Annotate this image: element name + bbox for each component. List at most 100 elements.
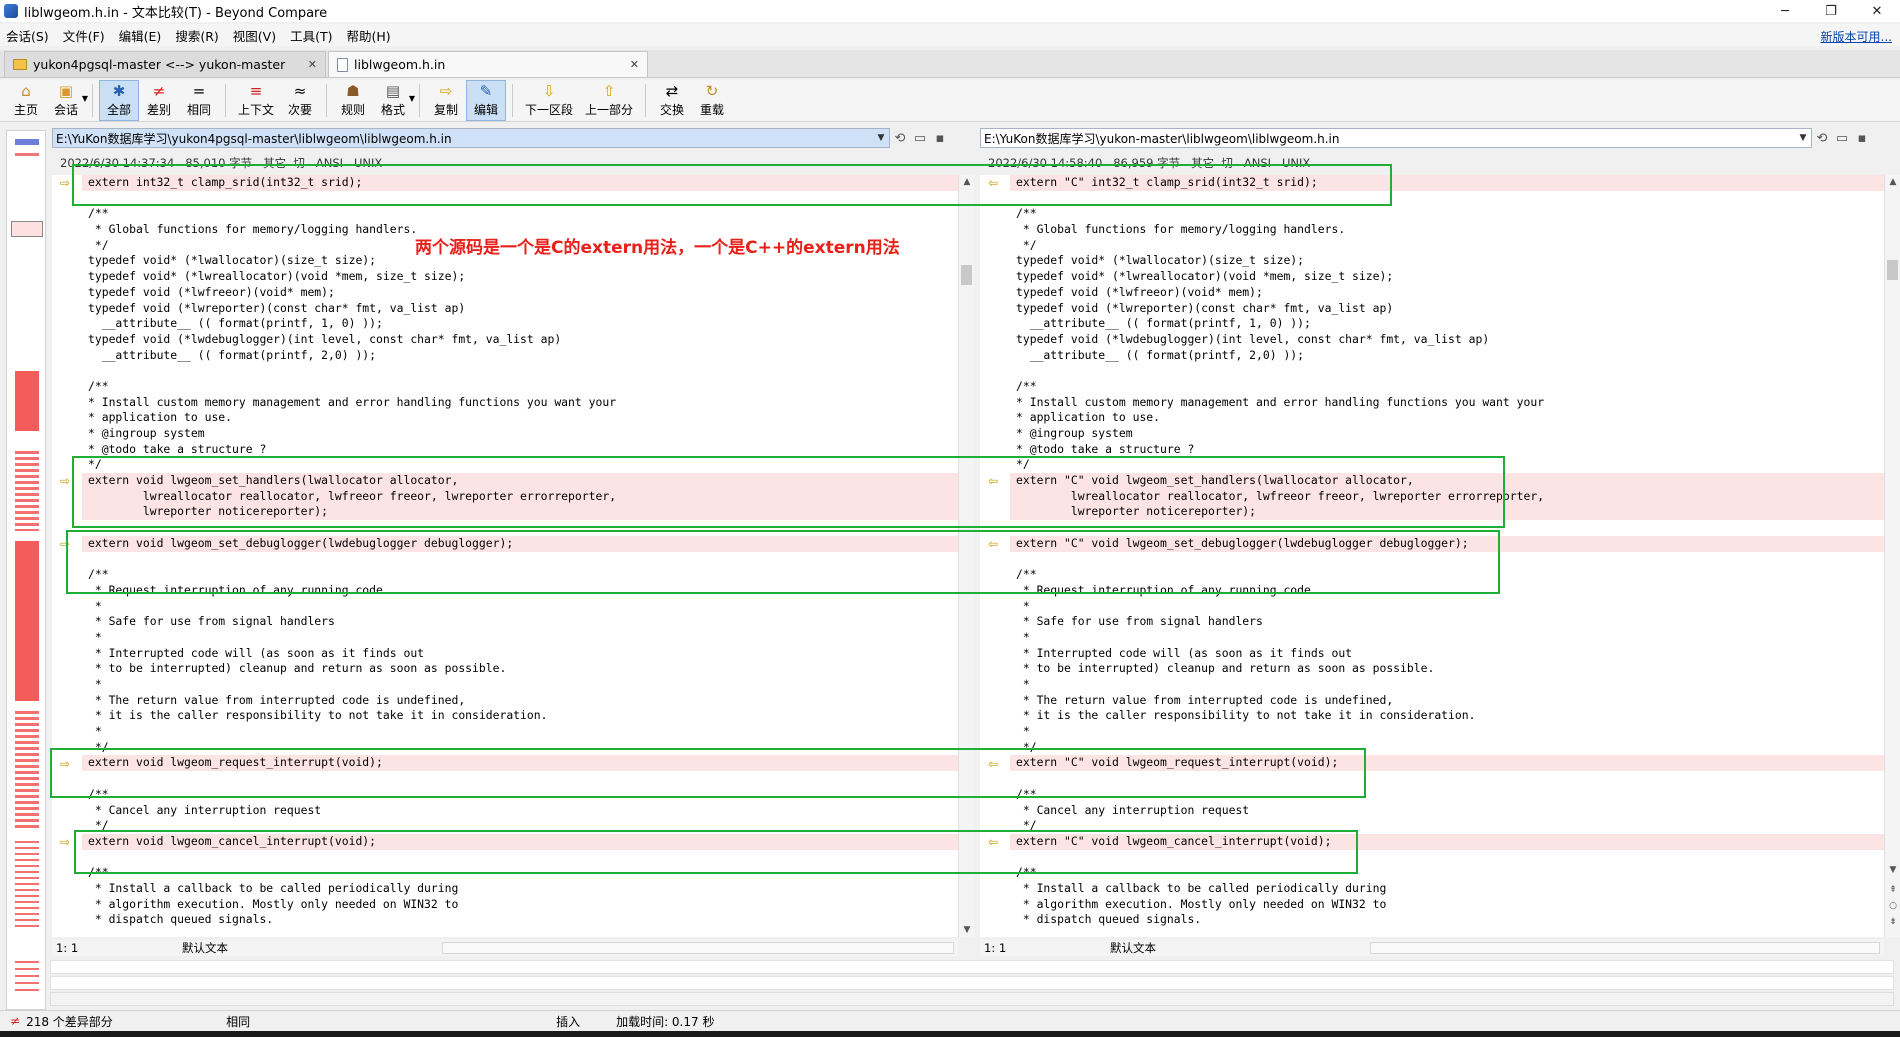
rules-button[interactable]: ☗ 规则 bbox=[333, 80, 373, 121]
code-line[interactable]: extern void lwgeom_set_handlers(lwalloca… bbox=[82, 473, 958, 489]
code-line[interactable]: * Safe for use from signal handlers bbox=[1010, 614, 1884, 630]
home-button[interactable]: ⌂ 主页 bbox=[6, 80, 46, 121]
open-folder-icon[interactable]: ▭ bbox=[910, 131, 930, 146]
code-line[interactable]: __attribute__ (( format(printf, 2,0) )); bbox=[82, 348, 958, 364]
show-same-button[interactable]: = 相同 bbox=[179, 80, 219, 121]
left-vertical-scrollbar[interactable]: ▲ ▼ bbox=[958, 175, 974, 937]
copy-arrow-icon[interactable]: ⇨ bbox=[60, 177, 76, 189]
code-line[interactable]: * bbox=[1010, 630, 1884, 646]
code-line[interactable]: * Cancel any interruption request bbox=[1010, 803, 1884, 819]
line-compare-bottom[interactable]: ⇨/**************************************… bbox=[50, 976, 1894, 990]
context-button[interactable]: ≡ 上下文 bbox=[232, 80, 280, 121]
menu-edit[interactable]: 编辑(E) bbox=[119, 26, 162, 45]
code-line[interactable]: lwreallocator reallocator, lwfreeor free… bbox=[82, 488, 958, 505]
code-line[interactable]: extern int32_t clamp_srid(int32_t srid); bbox=[82, 175, 958, 191]
code-line[interactable]: /** bbox=[1010, 379, 1884, 395]
code-line[interactable]: typedef void (*lwdebuglogger)(int level,… bbox=[1010, 332, 1884, 348]
code-line[interactable] bbox=[1010, 363, 1884, 379]
code-line[interactable]: extern void lwgeom_set_debuglogger(lwdeb… bbox=[82, 535, 958, 552]
code-line[interactable]: * bbox=[82, 677, 958, 693]
tab-close-icon[interactable]: ✕ bbox=[294, 58, 317, 71]
diff-overview-strip[interactable] bbox=[6, 130, 46, 1010]
code-line[interactable]: * The return value from interrupted code… bbox=[1010, 693, 1884, 709]
copy-arrow-icon[interactable]: ⇨ bbox=[60, 538, 76, 550]
code-line[interactable]: /** bbox=[1010, 865, 1884, 881]
code-line[interactable]: typedef void* (*lwallocator)(size_t size… bbox=[1010, 253, 1884, 269]
code-line[interactable]: * Interrupted code will (as soon as it f… bbox=[1010, 646, 1884, 662]
code-line[interactable]: /** bbox=[82, 206, 958, 222]
maximize-button[interactable]: ❐ bbox=[1808, 0, 1854, 22]
code-line[interactable]: * application to use. bbox=[82, 410, 958, 426]
scroll-down-icon[interactable]: ▼ bbox=[1885, 865, 1900, 875]
code-line[interactable]: lwreporter noticereporter); bbox=[82, 504, 958, 521]
code-line[interactable]: * Install a callback to be called period… bbox=[1010, 881, 1884, 897]
prev-section-button[interactable]: ⇧ 上一部分 bbox=[579, 80, 639, 121]
scroll-down-icon[interactable]: ▼ bbox=[959, 925, 975, 935]
scrollbar-thumb[interactable] bbox=[961, 265, 972, 285]
code-line[interactable]: typedef void (*lwreporter)(const char* f… bbox=[82, 301, 958, 317]
right-code-lines[interactable]: extern "C" int32_t clamp_srid(int32_t sr… bbox=[1010, 175, 1884, 928]
code-line[interactable]: * Safe for use from signal handlers bbox=[82, 614, 958, 630]
code-line[interactable] bbox=[82, 191, 958, 207]
code-line[interactable]: * dispatch queued signals. bbox=[82, 912, 958, 928]
edit-button[interactable]: ✎ 编辑 bbox=[466, 80, 507, 121]
code-line[interactable]: * bbox=[82, 599, 958, 615]
code-line[interactable]: * it is the caller responsibility to not… bbox=[1010, 708, 1884, 724]
close-button[interactable]: ✕ bbox=[1854, 0, 1900, 22]
copy-arrow-icon[interactable]: ⇦ bbox=[988, 538, 1004, 550]
code-line[interactable]: /** bbox=[82, 567, 958, 583]
code-line[interactable]: * algorithm execution. Mostly only neede… bbox=[1010, 897, 1884, 913]
code-line[interactable]: */ bbox=[82, 818, 958, 834]
left-code-lines[interactable]: extern int32_t clamp_srid(int32_t srid);… bbox=[82, 175, 958, 928]
scrollbar-thumb[interactable] bbox=[1887, 260, 1898, 280]
code-line[interactable]: * @todo take a structure ? bbox=[82, 442, 958, 458]
code-line[interactable]: * bbox=[1010, 677, 1884, 693]
chevron-down-icon[interactable]: ▼ bbox=[873, 133, 889, 143]
code-line[interactable]: * Install a callback to be called period… bbox=[82, 881, 958, 897]
code-line[interactable]: typedef void (*lwfreeor)(void* mem); bbox=[1010, 285, 1884, 301]
code-line[interactable]: /** bbox=[82, 787, 958, 803]
next-diff-icon[interactable]: ⇞ bbox=[1885, 885, 1900, 895]
code-line[interactable]: * bbox=[82, 724, 958, 740]
code-line[interactable]: /** bbox=[82, 865, 958, 881]
right-horizontal-scrollbar[interactable] bbox=[1370, 942, 1880, 954]
code-line[interactable]: typedef void (*lwfreeor)(void* mem); bbox=[82, 285, 958, 301]
scroll-up-icon[interactable]: ▲ bbox=[959, 177, 975, 187]
code-line[interactable]: * application to use. bbox=[1010, 410, 1884, 426]
code-line[interactable]: * Request interruption of any running co… bbox=[1010, 583, 1884, 599]
code-line[interactable]: */ bbox=[82, 457, 958, 473]
next-section-button[interactable]: ⇩ 下一区段 bbox=[519, 80, 579, 121]
copy-arrow-icon[interactable]: ⇦ bbox=[988, 836, 1004, 848]
code-line[interactable]: * algorithm execution. Mostly only neede… bbox=[82, 897, 958, 913]
left-encoding[interactable]: 默认文本 bbox=[102, 940, 442, 956]
reload-button[interactable]: ↻ 重载 bbox=[692, 80, 732, 121]
code-line[interactable]: * bbox=[82, 630, 958, 646]
code-line[interactable]: lwreporter noticereporter); bbox=[1010, 504, 1884, 521]
format-button[interactable]: ▤ 格式 ▼ bbox=[373, 80, 415, 121]
code-line[interactable]: /** bbox=[1010, 206, 1884, 222]
save-icon[interactable]: ▪ bbox=[1852, 131, 1872, 146]
code-line[interactable]: lwreallocator reallocator, lwfreeor free… bbox=[1010, 488, 1884, 505]
tab-close-icon[interactable]: ✕ bbox=[616, 58, 639, 71]
code-line[interactable]: __attribute__ (( format(printf, 2,0) )); bbox=[1010, 348, 1884, 364]
code-line[interactable]: extern void lwgeom_cancel_interrupt(void… bbox=[82, 833, 958, 850]
menu-file[interactable]: 文件(F) bbox=[63, 26, 105, 45]
history-icon[interactable]: ⟲ bbox=[1812, 131, 1832, 146]
copy-arrow-icon[interactable]: ⇨ bbox=[60, 475, 76, 487]
code-line[interactable] bbox=[82, 363, 958, 379]
line-compare-top[interactable]: ⇨/**************************************… bbox=[50, 960, 1894, 974]
code-line[interactable] bbox=[82, 520, 958, 536]
code-line[interactable]: __attribute__ (( format(printf, 1, 0) ))… bbox=[1010, 316, 1884, 332]
code-line[interactable]: */ bbox=[1010, 740, 1884, 756]
code-line[interactable]: /** bbox=[82, 379, 958, 395]
code-line[interactable]: * The return value from interrupted code… bbox=[82, 693, 958, 709]
session-button[interactable]: ▣ 会话 ▼ bbox=[46, 80, 88, 121]
tab-file-compare[interactable]: liblwgeom.h.in ✕ bbox=[328, 51, 648, 77]
current-diff-icon[interactable]: ○ bbox=[1885, 901, 1900, 911]
show-all-button[interactable]: ✱ 全部 bbox=[99, 80, 139, 121]
code-line[interactable] bbox=[1010, 850, 1884, 866]
code-line[interactable]: * bbox=[1010, 724, 1884, 740]
code-line[interactable] bbox=[82, 552, 958, 568]
code-line[interactable]: * Install custom memory management and e… bbox=[82, 395, 958, 411]
code-line[interactable]: * Install custom memory management and e… bbox=[1010, 395, 1884, 411]
